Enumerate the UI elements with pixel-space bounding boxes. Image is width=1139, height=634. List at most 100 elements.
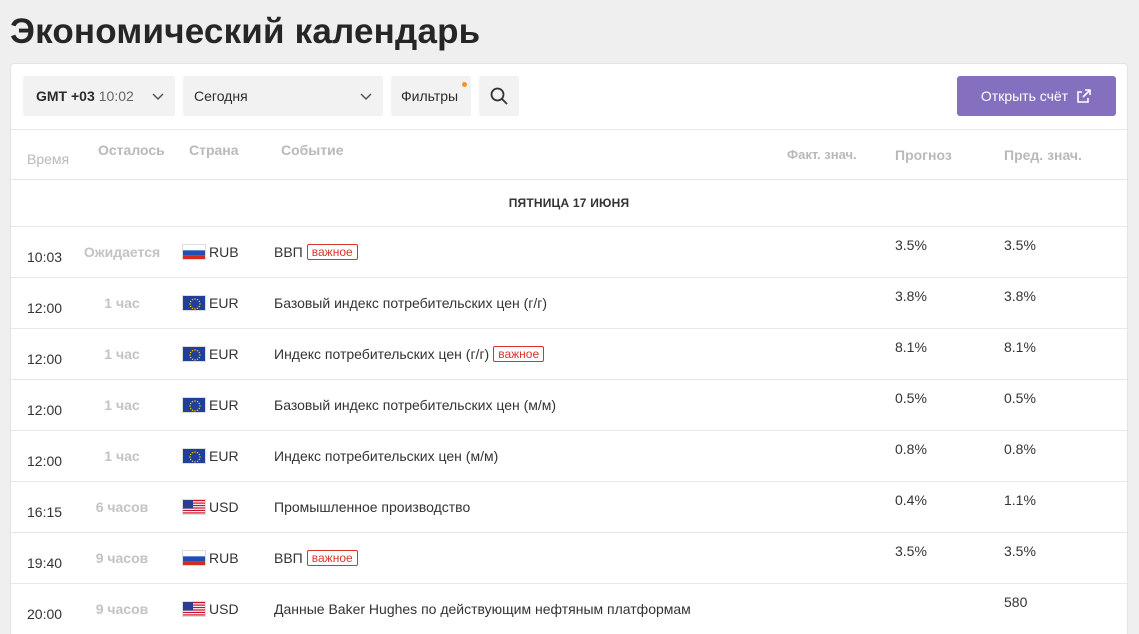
- forecast-value: 8.1%: [895, 339, 927, 355]
- event-name: Базовый индекс потребительских цен (г/г): [274, 295, 547, 311]
- timezone-select[interactable]: GMT +03 10:02: [23, 76, 175, 116]
- usa-flag-icon: [182, 601, 206, 617]
- toolbar: GMT +03 10:02 Сегодня Фильтры Открыть сч…: [11, 64, 1127, 129]
- search-button[interactable]: [479, 76, 519, 116]
- forecast-value: 3.5%: [895, 543, 927, 559]
- currency-code: EUR: [209, 397, 239, 413]
- importance-badge: важное: [493, 346, 545, 362]
- col-previous: Пред. знач.: [1004, 147, 1082, 163]
- chevron-down-icon: [360, 93, 372, 101]
- page-title: Экономический календарь: [10, 12, 481, 51]
- russia-flag-icon: [182, 244, 206, 260]
- previous-value: 0.8%: [1004, 441, 1036, 457]
- currency-code: USD: [209, 499, 239, 515]
- previous-value: 8.1%: [1004, 339, 1036, 355]
- event-label: Данные Baker Hughes по действующим нефтя…: [274, 601, 691, 617]
- filters-label: Фильтры: [401, 88, 459, 104]
- event-label: Индекс потребительских цен (г/г): [274, 346, 490, 362]
- date-value: Сегодня: [194, 88, 248, 104]
- table-row[interactable]: 20:00 9 часов USD Данные Baker Hughes по де…: [11, 584, 1127, 634]
- time-left: Ожидается: [83, 244, 161, 260]
- forecast-value: 0.4%: [895, 492, 927, 508]
- usa-flag-icon: [182, 499, 206, 515]
- col-actual: Факт. знач.: [787, 147, 857, 162]
- table-row[interactable]: 12:00 1 час EUR Базовый индекс потребительс…: [11, 380, 1127, 431]
- event-time: 16:15: [27, 504, 63, 520]
- event-time: 10:03: [27, 249, 63, 265]
- currency-code: EUR: [209, 295, 239, 311]
- currency-code: USD: [209, 601, 239, 617]
- event-name: Индекс потребительских цен (м/м): [274, 448, 498, 464]
- forecast-value: 0.8%: [895, 441, 927, 457]
- table-row[interactable]: 19:40 9 часов RUB ВВП важное 3.5% 3.5%: [11, 533, 1127, 584]
- importance-badge: важное: [306, 244, 358, 260]
- eu-flag-icon: [182, 448, 206, 464]
- event-name: ВВП важное: [274, 244, 358, 260]
- timezone-label: GMT +03: [36, 88, 95, 104]
- table-row[interactable]: 10:03 Ожидается RUB ВВП важное 3.5% 3.5%: [11, 227, 1127, 278]
- filters-button[interactable]: Фильтры: [391, 76, 471, 116]
- forecast-value: 0.5%: [895, 390, 927, 406]
- external-link-icon: [1077, 89, 1091, 103]
- table-row[interactable]: 12:00 1 час EUR Базовый индекс потребительс…: [11, 278, 1127, 329]
- current-time: 10:02: [98, 88, 134, 104]
- table-row[interactable]: 12:00 1 час EUR Индекс потребительских цен …: [11, 431, 1127, 482]
- forecast-value: 3.8%: [895, 288, 927, 304]
- importance-badge: важное: [306, 550, 358, 566]
- col-left: Осталось: [98, 142, 165, 158]
- event-label: Базовый индекс потребительских цен (м/м): [274, 397, 557, 413]
- event-name: ВВП важное: [274, 550, 358, 566]
- eu-flag-icon: [182, 397, 206, 413]
- currency-code: EUR: [209, 346, 239, 362]
- col-event: Событие: [281, 142, 344, 158]
- event-time: 12:00: [27, 402, 63, 418]
- currency-code: RUB: [209, 550, 239, 566]
- table-row[interactable]: 16:15 6 часов USD Промышленное производство…: [11, 482, 1127, 533]
- event-time: 12:00: [27, 300, 63, 316]
- event-name: Данные Baker Hughes по действующим нефтя…: [274, 601, 691, 617]
- event-time: 19:40: [27, 555, 63, 571]
- date-select[interactable]: Сегодня: [183, 76, 383, 116]
- event-name: Индекс потребительских цен (г/г) важное: [274, 346, 545, 362]
- col-country: Страна: [189, 142, 239, 158]
- search-icon: [490, 87, 508, 105]
- filter-active-dot: [462, 82, 467, 87]
- time-left: 1 час: [104, 346, 140, 362]
- event-name: Промышленное производство: [274, 499, 470, 515]
- currency-code: RUB: [209, 244, 239, 260]
- event-label: Индекс потребительских цен (м/м): [274, 448, 499, 464]
- event-name: Базовый индекс потребительских цен (м/м): [274, 397, 556, 413]
- time-left: 1 час: [104, 448, 140, 464]
- chevron-down-icon: [152, 93, 164, 101]
- event-label: ВВП: [274, 244, 303, 260]
- open-account-button[interactable]: Открыть счёт: [957, 76, 1116, 116]
- day-header: ПЯТНИЦА 17 ИЮНЯ: [11, 180, 1127, 227]
- event-label: ВВП: [274, 550, 303, 566]
- previous-value: 1.1%: [1004, 492, 1036, 508]
- previous-value: 3.8%: [1004, 288, 1036, 304]
- event-label: Промышленное производство: [274, 499, 471, 515]
- previous-value: 0.5%: [1004, 390, 1036, 406]
- time-left: 1 час: [104, 397, 140, 413]
- previous-value: 580: [1004, 594, 1028, 610]
- table-header: Время Осталось Страна Событие Факт. знач…: [11, 129, 1127, 180]
- previous-value: 3.5%: [1004, 543, 1036, 559]
- event-time: 20:00: [27, 606, 63, 622]
- eu-flag-icon: [182, 346, 206, 362]
- eu-flag-icon: [182, 295, 206, 311]
- time-left: 6 часов: [95, 499, 149, 515]
- event-time: 12:00: [27, 351, 63, 367]
- event-label: Базовый индекс потребительских цен (г/г): [274, 295, 548, 311]
- table-row[interactable]: 12:00 1 час EUR Индекс потребительских цен …: [11, 329, 1127, 380]
- open-account-label: Открыть счёт: [980, 88, 1069, 104]
- event-time: 12:00: [27, 453, 63, 469]
- col-time: Время: [27, 151, 70, 167]
- time-left: 9 часов: [95, 550, 149, 566]
- time-left: 9 часов: [95, 601, 149, 617]
- calendar-card: GMT +03 10:02 Сегодня Фильтры Открыть сч…: [10, 63, 1128, 634]
- col-forecast: Прогноз: [895, 147, 952, 163]
- forecast-value: 3.5%: [895, 237, 927, 253]
- russia-flag-icon: [182, 550, 206, 566]
- time-left: 1 час: [104, 295, 140, 311]
- previous-value: 3.5%: [1004, 237, 1036, 253]
